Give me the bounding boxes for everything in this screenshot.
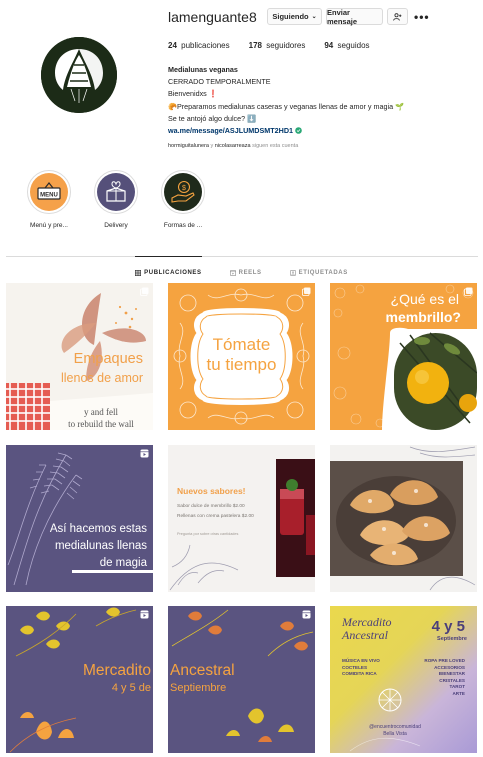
svg-text:to rebuild the wall: to rebuild the wall — [68, 419, 134, 429]
profile-username: lamenguante8 — [168, 9, 257, 25]
tab-label: PUBLICACIONES — [144, 269, 202, 276]
tab-etiquetadas[interactable]: ETIQUETADAS — [289, 257, 348, 279]
tab-publicaciones[interactable]: PUBLICACIONES — [135, 256, 202, 279]
profile-header: lamenguante8 Siguiendo ⌄ Enviar mensaje … — [0, 0, 483, 160]
post-text: Tómate — [212, 335, 271, 354]
grid-icon — [135, 269, 142, 276]
carousel-icon — [302, 287, 311, 296]
tab-label: ETIQUETADAS — [298, 269, 348, 276]
profile-bio: Medialunas veganas CERRADO TEMPORALMENTE… — [168, 64, 468, 150]
post-mercadito[interactable]: Mercadito 4 y 5 de — [6, 606, 153, 753]
post-text: Empaques — [73, 351, 143, 367]
tab-label: REELS — [238, 269, 262, 276]
bio-link-row: wa.me/message/ASJLUMDSMT2HD1 — [168, 125, 468, 137]
post-text: medialunas llenas — [54, 540, 147, 552]
post-title: Nuevos sabores! — [177, 486, 246, 496]
post-text: Septiembre — [170, 682, 227, 694]
carousel-icon — [140, 287, 149, 296]
menu-sign-icon: MENU — [30, 173, 68, 211]
gift-box-icon — [97, 173, 135, 211]
reel-play-icon — [140, 449, 149, 458]
following-button[interactable]: Siguiendo ⌄ — [267, 8, 322, 25]
money-hand-icon: $ — [164, 173, 202, 211]
post-mercadito-poster[interactable]: Mercadito Ancestral 4 y 5 Septiembre MÚS… — [330, 606, 477, 753]
svg-text:$: $ — [182, 185, 186, 192]
following-label: Siguiendo — [272, 12, 309, 21]
poster-footer: @encuentrocomunidad Bella Vista — [369, 724, 421, 737]
post-ancestral[interactable]: Ancestral Septiembre — [168, 606, 315, 753]
post-text: de magia — [99, 557, 147, 569]
post-tomate-tu-tiempo[interactable]: Tómate tu tiempo — [168, 283, 315, 430]
post-membrillo[interactable]: ¿Qué es el membrillo? — [330, 283, 477, 430]
post-text: 4 y 5 de — [111, 682, 151, 694]
profile-tabs: PUBLICACIONES REELS ETIQUETADAS — [0, 256, 483, 279]
following-stat[interactable]: 94 seguidos — [324, 41, 369, 50]
post-text: Así hacemos estas — [49, 523, 147, 535]
post-text: membrillo? — [385, 309, 461, 325]
lavender-illustration-icon — [7, 452, 153, 586]
suggested-accounts-button[interactable] — [387, 8, 408, 25]
svg-text:MENU: MENU — [40, 193, 58, 199]
bio-line: Se te antojó algo dulce? ⬇️ — [168, 113, 257, 123]
post-nuevos-sabores[interactable]: Nuevos sabores! Sabor dulce de membrillo… — [168, 445, 315, 592]
posts-stat[interactable]: 24 publicaciones — [168, 41, 230, 50]
highlight-label: Delivery — [104, 222, 128, 229]
poster-right-list: ROPA PRE LOVED ACCESORIOS BIENESTAR CRISTAL… — [424, 658, 465, 696]
svg-text:y and fell: y and fell — [84, 407, 118, 417]
post-text: ¿Qué es el — [390, 291, 459, 307]
post-text: tu tiempo — [206, 355, 277, 374]
story-highlights: MENU Menú y pre... Delivery $ Formas de … — [0, 170, 483, 235]
post-text: llenos de amor — [61, 371, 143, 385]
post-text: Rellenas con crema pastelera $2.00 — [177, 514, 254, 519]
reel-play-icon — [302, 610, 311, 619]
poster-left-list: MÚSICA EN VIVO COCTELES COMIDITA RICA — [342, 658, 380, 677]
bio-line: 🥐Preparamos medialunas caseras y veganas… — [168, 101, 405, 111]
highlight-delivery[interactable]: Delivery — [81, 170, 151, 229]
post-month: Septiembre — [437, 636, 467, 642]
more-options-icon[interactable]: ••• — [414, 10, 430, 24]
verified-link-icon — [295, 127, 302, 134]
followers-stat[interactable]: 178 seguidores — [249, 41, 306, 50]
tab-reels[interactable]: REELS — [229, 257, 262, 279]
carousel-icon — [464, 287, 473, 296]
bio-line: CERRADO TEMPORALMENTE — [168, 77, 271, 87]
post-date: 4 y 5 — [431, 618, 465, 635]
profile-stats: 24 publicaciones 178 seguidores 94 segui… — [168, 41, 370, 50]
bio-link[interactable]: wa.me/message/ASJLUMDSMT2HD1 — [168, 126, 293, 135]
post-empaques[interactable]: y and fell to rebuild the wall Empaques … — [6, 283, 153, 430]
tag-icon — [289, 269, 296, 276]
post-title: Mercadito Ancestral — [342, 615, 392, 642]
profile-avatar[interactable] — [41, 37, 117, 113]
bio-name: Medialunas veganas — [168, 65, 238, 74]
add-person-icon — [393, 12, 402, 21]
post-text: Sabor dulce de membrillo $2.00 — [177, 504, 245, 509]
chevron-down-icon: ⌄ — [311, 14, 317, 20]
followed-by-text[interactable]: hormiguitalunera y nicolasarreaza siguen… — [168, 142, 468, 150]
highlight-menu[interactable]: MENU Menú y pre... — [14, 170, 84, 229]
highlight-payment[interactable]: $ Formas de ... — [148, 170, 218, 229]
croissants-photo-icon — [330, 446, 476, 591]
croissant-logo-icon — [41, 37, 117, 113]
post-medialunas-photo[interactable] — [330, 445, 477, 592]
highlight-label: Menú y pre... — [30, 222, 68, 229]
post-asi-hacemos[interactable]: Así hacemos estas medialunas llenas de m… — [6, 445, 153, 592]
reel-play-icon — [140, 610, 149, 619]
bio-line: Bienvenidxs ❗ — [168, 89, 218, 99]
post-text: Ancestral — [170, 662, 235, 679]
post-text: Pregunta por sobre otras cantidades — [177, 532, 239, 536]
highlight-label: Formas de ... — [163, 222, 203, 229]
send-message-button[interactable]: Enviar mensaje — [326, 8, 383, 26]
reels-icon — [229, 269, 236, 276]
post-text: Mercadito — [82, 662, 151, 679]
